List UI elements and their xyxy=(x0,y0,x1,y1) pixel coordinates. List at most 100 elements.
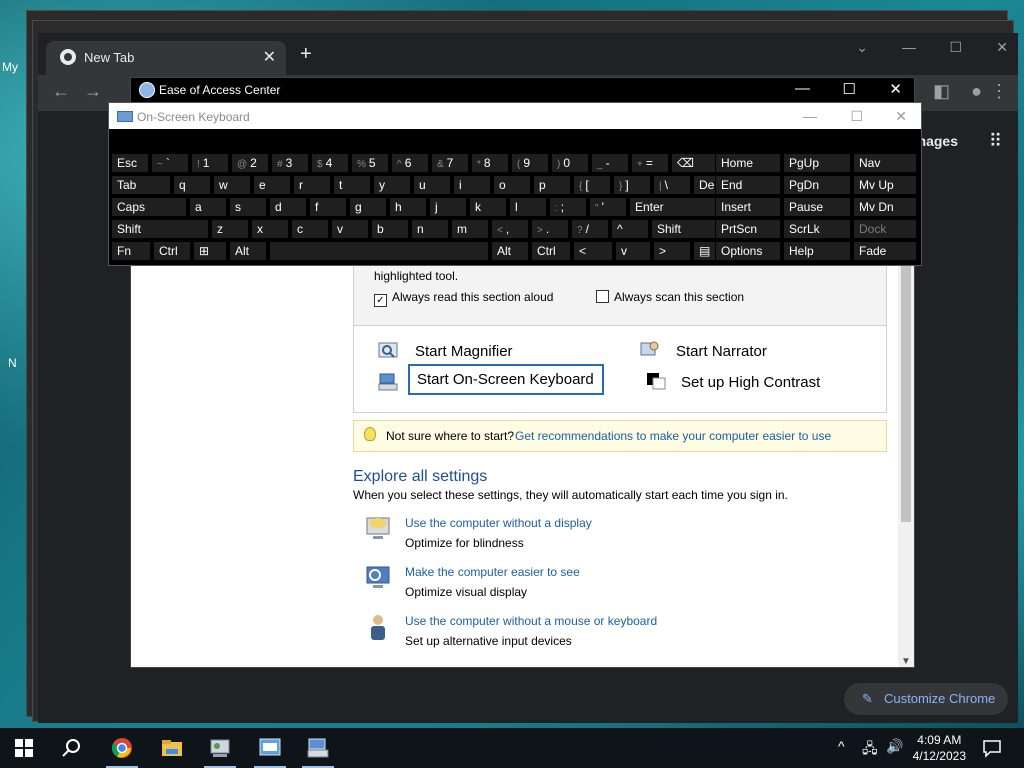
osk-key[interactable]: g xyxy=(349,197,387,217)
osk-key[interactable]: w xyxy=(213,175,251,195)
notification-icon[interactable] xyxy=(980,736,1004,760)
file-explorer-icon[interactable] xyxy=(160,736,184,760)
osk-key[interactable]: b xyxy=(371,219,409,239)
osk-key[interactable]: ⊞ xyxy=(193,241,227,261)
chevron-up-icon[interactable]: ^ xyxy=(838,738,845,754)
minimize-icon[interactable]: — xyxy=(902,39,916,55)
osk-nav-key[interactable]: PrtScn xyxy=(715,219,781,239)
osk-key[interactable]: ^ xyxy=(611,219,649,239)
osk-key[interactable]: u xyxy=(413,175,451,195)
customize-chrome-button[interactable]: ✎ Customize Chrome xyxy=(844,683,1008,715)
osk-key[interactable]: % 5 xyxy=(351,153,389,173)
osk-key[interactable]: d xyxy=(269,197,307,217)
windows-start-icon[interactable] xyxy=(12,736,36,760)
close-icon[interactable]: ✕ xyxy=(889,80,902,98)
osk-key[interactable]: ? / xyxy=(571,219,609,239)
osk-key[interactable]: #3 xyxy=(271,153,309,173)
osk-nav-key[interactable]: PgDn xyxy=(783,175,851,195)
volume-icon[interactable]: 🔊 xyxy=(886,738,903,755)
start-osk-button[interactable]: Start On-Screen Keyboard xyxy=(408,364,604,395)
osk-key[interactable]: Ctrl xyxy=(153,241,191,261)
chevron-down-icon[interactable]: ▼ xyxy=(901,656,911,667)
osk-key[interactable]: }] xyxy=(613,175,651,195)
osk-key[interactable]: Alt xyxy=(491,241,529,261)
osk-key[interactable]: $4 xyxy=(311,153,349,173)
high-contrast-link[interactable]: Set up High Contrast xyxy=(681,374,820,391)
osk-key[interactable]: (9 xyxy=(511,153,549,173)
osk-key[interactable]: :; xyxy=(549,197,587,217)
osk-nav-key[interactable]: Options xyxy=(715,241,781,261)
osk-key[interactable]: z xyxy=(211,219,249,239)
osk-key[interactable]: Caps xyxy=(111,197,187,217)
chrome-tab-new-tab[interactable]: New Tab ✕ xyxy=(46,41,286,75)
osk-key[interactable]: _ - xyxy=(591,153,629,173)
osk-nav-key[interactable]: Pause xyxy=(783,197,851,217)
osk-key[interactable]: t xyxy=(333,175,371,195)
osk-key[interactable]: f xyxy=(309,197,347,217)
minimize-icon[interactable]: — xyxy=(803,108,817,124)
osk-key[interactable]: < xyxy=(573,241,613,261)
osk-key[interactable]: k xyxy=(469,197,507,217)
osk-key[interactable]: Ctrl xyxy=(531,241,571,261)
osk-key[interactable]: " ' xyxy=(589,197,627,217)
setting-link-no-display[interactable]: Use the computer without a display xyxy=(405,516,592,530)
back-icon[interactable]: ← xyxy=(52,81,70,102)
chrome-taskbar-icon[interactable] xyxy=(110,736,134,760)
osk-key[interactable] xyxy=(269,241,489,261)
osk-key[interactable]: Tab xyxy=(111,175,171,195)
search-icon[interactable] xyxy=(60,736,84,760)
maximize-icon[interactable]: ☐ xyxy=(850,108,863,125)
profile-icon[interactable]: ● xyxy=(971,81,982,102)
system-clock[interactable]: 4:09 AM 4/12/2023 xyxy=(913,732,966,764)
always-scan-checkbox[interactable]: Always scan this section xyxy=(596,290,744,304)
close-tab-icon[interactable]: ✕ xyxy=(263,47,276,67)
osk-key[interactable]: a xyxy=(189,197,227,217)
osk-nav-key[interactable]: Insert xyxy=(715,197,781,217)
network-icon[interactable]: 🖧 xyxy=(862,738,878,762)
maximize-icon[interactable]: ☐ xyxy=(843,80,856,98)
close-icon[interactable]: ✕ xyxy=(996,39,1008,56)
osk-key[interactable]: m xyxy=(451,219,489,239)
osk-key[interactable]: p xyxy=(533,175,571,195)
osk-taskbar-icon[interactable] xyxy=(306,736,330,760)
side-panel-icon[interactable]: ◧ xyxy=(933,81,950,102)
desktop-icon-label[interactable]: N xyxy=(8,356,17,370)
setting-link-no-mouse[interactable]: Use the computer without a mouse or keyb… xyxy=(405,614,657,628)
osk-nav-key[interactable]: PgUp xyxy=(783,153,851,173)
osk-key[interactable]: r xyxy=(293,175,331,195)
osk-key[interactable]: @2 xyxy=(231,153,269,173)
maximize-icon[interactable]: ☐ xyxy=(949,39,962,56)
osk-nav-key[interactable]: Mv Up xyxy=(853,175,917,195)
osk-key[interactable]: s xyxy=(229,197,267,217)
menu-icon[interactable]: ⋮ xyxy=(990,81,1008,102)
chevron-down-icon[interactable]: ⌄ xyxy=(856,39,868,56)
osk-key[interactable]: ^ 6 xyxy=(391,153,429,173)
osk-key[interactable]: q xyxy=(173,175,211,195)
osk-key[interactable]: o xyxy=(493,175,531,195)
control-panel-icon[interactable] xyxy=(208,736,232,760)
osk-key[interactable]: ) 0 xyxy=(551,153,589,173)
osk-key[interactable]: & 7 xyxy=(431,153,469,173)
apps-grid-icon[interactable]: ⠿ xyxy=(989,131,1002,152)
osk-key[interactable]: h xyxy=(389,197,427,217)
osk-key[interactable]: l xyxy=(509,197,547,217)
new-tab-button[interactable]: + xyxy=(300,43,312,66)
osk-key[interactable]: Fn xyxy=(111,241,151,261)
osk-key[interactable]: * 8 xyxy=(471,153,509,173)
recommendations-link[interactable]: Get recommendations to make your compute… xyxy=(515,429,831,443)
close-icon[interactable]: ✕ xyxy=(895,108,907,125)
osk-key[interactable]: v xyxy=(331,219,369,239)
osk-nav-key[interactable]: Home xyxy=(715,153,781,173)
osk-key[interactable]: y xyxy=(373,175,411,195)
always-read-checkbox[interactable]: ✓ Always read this section aloud xyxy=(374,290,553,307)
osk-key[interactable]: Esc xyxy=(111,153,149,173)
osk-key[interactable]: Alt xyxy=(229,241,267,261)
forward-icon[interactable]: → xyxy=(84,81,102,102)
osk-key[interactable]: + = xyxy=(631,153,669,173)
minimize-icon[interactable]: — xyxy=(795,80,810,97)
osk-nav-key[interactable]: Nav xyxy=(853,153,917,173)
osk-nav-key[interactable]: Dock xyxy=(853,219,917,239)
osk-key[interactable]: {[ xyxy=(573,175,611,195)
osk-key[interactable]: Enter xyxy=(629,197,725,217)
osk-key[interactable]: j xyxy=(429,197,467,217)
